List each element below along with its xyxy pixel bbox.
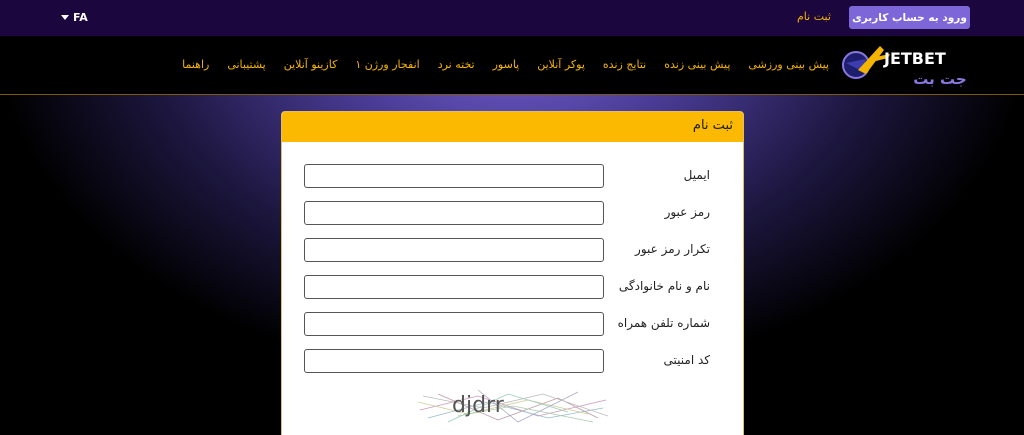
password-label: رمز عبور [664, 205, 710, 219]
nav-menu: پیش بینی ورزشی پیش بینی زنده نتایج زنده … [182, 58, 829, 74]
email-label: ایمیل [683, 168, 710, 182]
nav-item-pasur[interactable]: پاسور [493, 58, 520, 74]
password-row: رمز عبور [304, 201, 724, 225]
captcha-text: djdrr [452, 393, 505, 418]
password-field[interactable] [304, 201, 604, 225]
phone-row: شماره تلفن همراه [304, 312, 724, 336]
full-name-row: نام و نام خانوادگی [304, 275, 724, 299]
email-field[interactable] [304, 164, 604, 188]
password-confirm-label: تکرار رمز عبور [635, 242, 710, 256]
nav-item-live-results[interactable]: نتایج زنده [603, 58, 646, 74]
jetbet-logo[interactable]: JETBET جت بت [840, 40, 966, 90]
nav-item-sports-betting[interactable]: پیش بینی ورزشی [748, 58, 829, 74]
nav-item-support[interactable]: پشتیبانی [227, 58, 265, 74]
nav-item-online-poker[interactable]: پوکر آنلاین [537, 58, 585, 74]
caret-down-icon [61, 14, 69, 20]
phone-field[interactable] [304, 312, 604, 336]
main-navbar: JETBET جت بت پیش بینی ورزشی پیش بینی زند… [0, 36, 1024, 95]
security-code-field[interactable] [304, 349, 604, 373]
logo-persian-text: جت بت [913, 70, 966, 88]
language-label: FA [73, 10, 88, 24]
full-name-field[interactable] [304, 275, 604, 299]
password-confirm-field[interactable] [304, 238, 604, 262]
phone-label: شماره تلفن همراه [617, 316, 710, 330]
security-code-row: کد امنیتی [304, 349, 724, 373]
password-confirm-row: تکرار رمز عبور [304, 238, 724, 262]
nav-item-online-casino[interactable]: کازینو آنلاین [284, 58, 338, 74]
registration-title: ثبت نام [282, 112, 743, 142]
login-button[interactable]: ورود به حساب کاربری [849, 6, 970, 29]
nav-item-live-betting[interactable]: پیش بینی زنده [664, 58, 730, 74]
nav-item-backgammon[interactable]: تخته نرد [438, 58, 475, 74]
logo-latin-text: JETBET [883, 49, 946, 68]
email-row: ایمیل [304, 164, 724, 188]
security-code-label: کد امنیتی [663, 353, 710, 367]
full-name-label: نام و نام خانوادگی [618, 279, 710, 293]
captcha-image: djdrr [418, 389, 608, 423]
nav-item-crash-v1[interactable]: انفجار ورژن ۱ [355, 58, 419, 74]
language-selector[interactable]: FA [61, 9, 88, 25]
nav-item-help[interactable]: راهنما [182, 58, 209, 74]
register-link[interactable]: ثبت نام [797, 10, 831, 23]
registration-card: ثبت نام ایمیل رمز عبور تکرار رمز عبور نا… [281, 111, 744, 435]
top-bar: FA ثبت نام ورود به حساب کاربری [0, 0, 1024, 36]
